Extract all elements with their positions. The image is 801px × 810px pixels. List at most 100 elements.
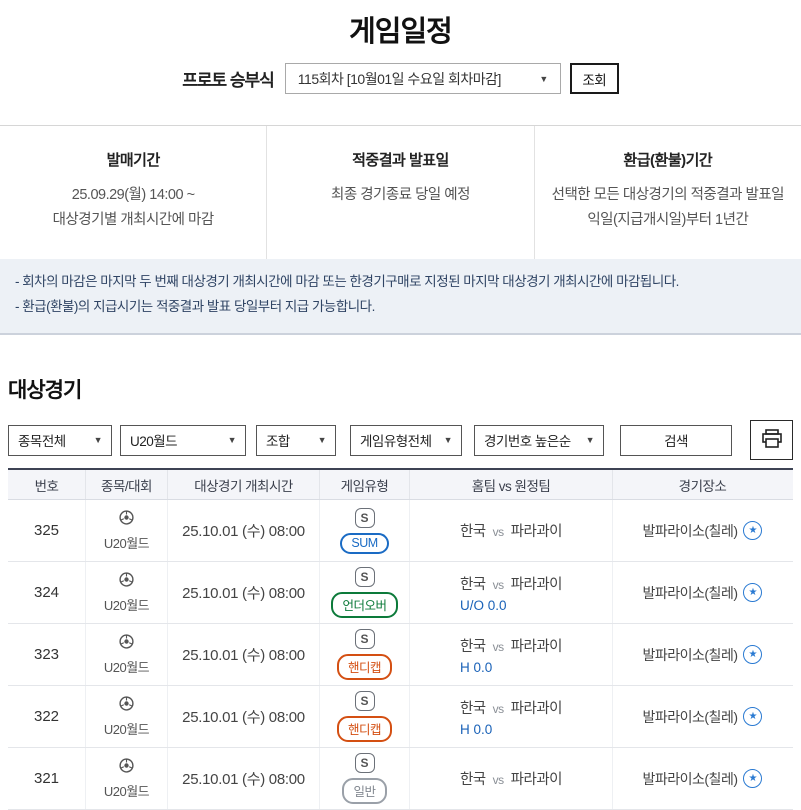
- filter-combo-select[interactable]: 조합 ▼: [256, 425, 336, 456]
- home-team: 한국: [460, 772, 486, 788]
- gametype-cell: S SUM: [320, 500, 410, 561]
- venue-name: 발파라이소(칠레): [643, 769, 738, 789]
- info-line: 익일(지급개시일)부터 1년간: [547, 208, 789, 233]
- single-game-icon: S: [355, 508, 375, 528]
- info-title: 적중결과 발표일: [279, 149, 521, 170]
- home-team: 한국: [460, 701, 486, 717]
- sport-cell: U20월드: [86, 748, 168, 809]
- vs-label: vs: [493, 773, 504, 787]
- match-table: 번호 종목/대회 대상경기 개최시간 게임유형 홈팀 vs 원정팀 경기장소 3…: [8, 468, 793, 810]
- round-selector-row: 프로토 승부식 115회차 [10월01일 수요일 회차마감] ▼ 조회: [0, 63, 801, 94]
- gametype-badge: 핸디캡: [337, 654, 392, 680]
- gametype-badge: 일반: [342, 778, 386, 804]
- match-time: 25.10.01 (수) 08:00: [168, 562, 320, 623]
- inquiry-button[interactable]: 조회: [570, 63, 619, 94]
- home-team: 한국: [460, 577, 486, 593]
- round-select-value: 115회차 [10월01일 수요일 회차마감]: [298, 69, 501, 89]
- gametype-badge: SUM: [340, 533, 388, 554]
- favorite-star-icon[interactable]: ★: [743, 583, 762, 602]
- match-time: 25.10.01 (수) 08:00: [168, 748, 320, 809]
- info-line: 최종 경기종료 당일 예정: [279, 183, 521, 208]
- soccer-ball-icon: [119, 510, 134, 530]
- vs-label: vs: [493, 702, 504, 716]
- venue-cell: 발파라이소(칠레) ★: [613, 748, 792, 809]
- gametype-badge: 언더오버: [331, 592, 397, 618]
- league-name: U20월드: [104, 719, 149, 738]
- teams-cell: 한국vs파라과이 U/O 0.0: [410, 562, 613, 623]
- notice-box: - 회차의 마감은 마지막 두 번째 대상경기 개최시간에 마감 또는 한경기구…: [0, 259, 801, 335]
- info-title: 발매기간: [12, 149, 254, 170]
- league-name: U20월드: [104, 781, 149, 800]
- sport-cell: U20월드: [86, 500, 168, 561]
- sale-info-section: 발매기간 25.09.29(월) 14:00 ~ 대상경기별 개최시간에 마감 …: [0, 125, 801, 259]
- venue-cell: 발파라이소(칠레) ★: [613, 500, 792, 561]
- filter-value: 게임유형전체: [360, 430, 432, 450]
- match-number: 321: [8, 748, 86, 809]
- soccer-ball-icon: [119, 696, 134, 716]
- gametype-cell: S 일반: [320, 748, 410, 809]
- match-number: 324: [8, 562, 86, 623]
- favorite-star-icon[interactable]: ★: [743, 707, 762, 726]
- match-time: 25.10.01 (수) 08:00: [168, 500, 320, 561]
- col-header-sport: 종목/대회: [86, 470, 168, 499]
- favorite-star-icon[interactable]: ★: [743, 521, 762, 540]
- filter-sort-select[interactable]: 경기번호 높은순 ▼: [474, 425, 604, 456]
- venue-name: 발파라이소(칠레): [643, 645, 738, 665]
- gametype-cell: S 핸디캡: [320, 686, 410, 747]
- col-header-time: 대상경기 개최시간: [168, 470, 320, 499]
- venue-name: 발파라이소(칠레): [643, 707, 738, 727]
- handicap-value: H 0.0: [460, 660, 562, 675]
- col-header-number: 번호: [8, 470, 86, 499]
- notice-line-1: - 회차의 마감은 마지막 두 번째 대상경기 개최시간에 마감 또는 한경기구…: [15, 270, 786, 295]
- soccer-ball-icon: [119, 758, 134, 778]
- single-game-icon: S: [355, 629, 375, 649]
- page-title: 게임일정: [0, 0, 801, 50]
- teams-cell: 한국vs파라과이 H 0.0: [410, 624, 613, 685]
- info-col-sale-period: 발매기간 25.09.29(월) 14:00 ~ 대상경기별 개최시간에 마감: [0, 126, 266, 259]
- venue-cell: 발파라이소(칠레) ★: [613, 624, 792, 685]
- league-name: U20월드: [104, 533, 149, 552]
- search-button[interactable]: 검색: [620, 425, 732, 456]
- filter-gametype-select[interactable]: 게임유형전체 ▼: [350, 425, 462, 456]
- gametype-badge: 핸디캡: [337, 716, 392, 742]
- round-select[interactable]: 115회차 [10월01일 수요일 회차마감] ▼: [285, 63, 561, 94]
- favorite-star-icon[interactable]: ★: [743, 645, 762, 664]
- away-team: 파라과이: [511, 701, 562, 717]
- chevron-down-icon: ▼: [318, 435, 326, 445]
- gametype-cell: S 핸디캡: [320, 624, 410, 685]
- away-team: 파라과이: [511, 577, 562, 593]
- sport-cell: U20월드: [86, 624, 168, 685]
- game-schedule-page: 게임일정 프로토 승부식 115회차 [10월01일 수요일 회차마감] ▼ 조…: [0, 0, 801, 748]
- teams-cell: 한국 vs 파라과이: [410, 748, 613, 809]
- filter-value: U20월드: [130, 430, 177, 450]
- home-team: 한국: [460, 524, 486, 540]
- print-button[interactable]: [750, 420, 793, 460]
- match-number: 323: [8, 624, 86, 685]
- home-team: 한국: [460, 639, 486, 655]
- single-game-icon: S: [355, 753, 375, 773]
- filter-value: 종목전체: [18, 430, 66, 450]
- table-header-row: 번호 종목/대회 대상경기 개최시간 게임유형 홈팀 vs 원정팀 경기장소: [8, 470, 793, 500]
- info-title: 환급(환불)기간: [547, 149, 789, 170]
- filter-row: 종목전체 ▼ U20월드 ▼ 조합 ▼ 게임유형전체 ▼ 경기번호 높은순 ▼ …: [8, 420, 793, 460]
- filter-sport-select[interactable]: 종목전체 ▼: [8, 425, 112, 456]
- col-header-venue: 경기장소: [613, 470, 792, 499]
- vs-label: vs: [493, 640, 504, 654]
- single-game-icon: S: [355, 567, 375, 587]
- venue-cell: 발파라이소(칠레) ★: [613, 686, 792, 747]
- filter-value: 조합: [266, 430, 290, 450]
- info-col-result-date: 적중결과 발표일 최종 경기종료 당일 예정: [266, 126, 533, 259]
- vs-label: vs: [493, 578, 504, 592]
- printer-icon: [761, 429, 783, 452]
- venue-name: 발파라이소(칠레): [643, 583, 738, 603]
- match-number: 325: [8, 500, 86, 561]
- table-row: 325 U20월드 25.10.01 (수) 08:00 S SUM 한국vs파…: [8, 500, 793, 562]
- gametype-cell: S 언더오버: [320, 562, 410, 623]
- away-team: 파라과이: [511, 772, 562, 788]
- league-name: U20월드: [104, 595, 149, 614]
- filter-league-select[interactable]: U20월드 ▼: [120, 425, 246, 456]
- single-game-icon: S: [355, 691, 375, 711]
- proto-label: 프로토 승부식: [182, 66, 274, 91]
- favorite-star-icon[interactable]: ★: [743, 769, 762, 788]
- chevron-down-icon: ▼: [94, 435, 102, 445]
